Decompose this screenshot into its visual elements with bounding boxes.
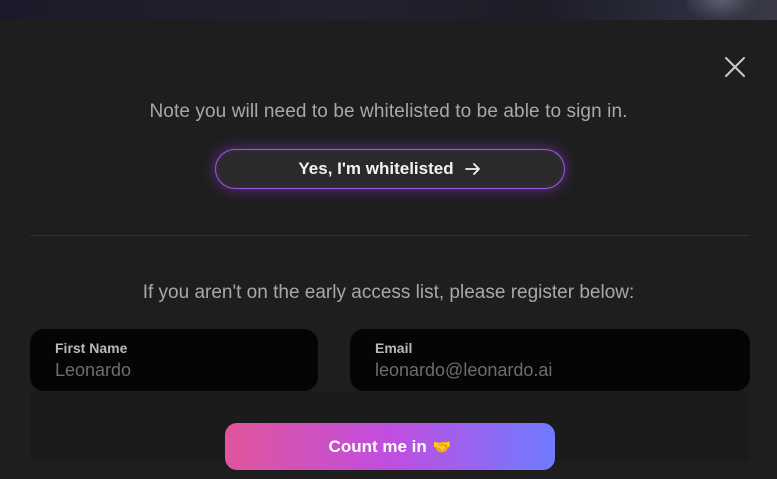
handshake-icon: 🤝 [432,438,452,456]
arrow-right-icon [464,163,480,175]
email-field[interactable]: Email [350,329,750,391]
register-note: If you aren't on the early access list, … [142,282,635,303]
background-image-strip [0,0,777,20]
close-button[interactable] [723,55,747,79]
page: Note you will need to be whitelisted to … [0,0,777,479]
background-image-detail [687,0,757,20]
first-name-field[interactable]: First Name [30,329,318,391]
whitelisted-button-label: Yes, I'm whitelisted [298,159,454,178]
email-label: Email [375,340,413,356]
first-name-input[interactable] [55,360,292,381]
whitelist-note: Note you will need to be whitelisted to … [149,101,628,122]
count-me-in-label: Count me in [328,436,427,456]
count-me-in-button[interactable]: Count me in 🤝 [225,423,555,470]
first-name-label: First Name [55,340,128,356]
close-icon [725,57,745,77]
email-input[interactable] [375,360,713,381]
divider [30,235,749,236]
whitelisted-button[interactable]: Yes, I'm whitelisted [215,149,565,189]
